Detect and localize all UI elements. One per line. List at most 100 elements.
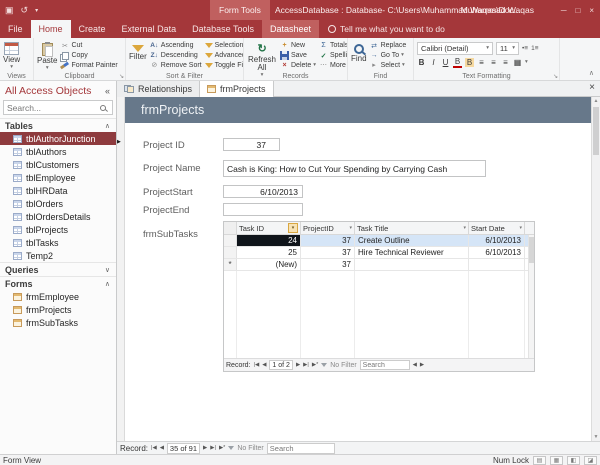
scroll-down-icon[interactable]: ▼ (592, 433, 600, 441)
cell-projectid[interactable]: 37 (301, 247, 355, 258)
paste-button[interactable]: Paste ▾ (37, 40, 57, 70)
tab-datasheet[interactable]: Datasheet (262, 20, 319, 38)
save-icon[interactable]: ▣ (5, 5, 14, 16)
last-record-button[interactable]: ▶| (210, 445, 216, 451)
cell-task-id[interactable]: 24 (237, 235, 301, 246)
sidebar-item-tblHRData[interactable]: tblHRData (0, 184, 116, 197)
cell-task-id[interactable]: 25 (237, 247, 301, 258)
previous-record-button[interactable]: ◀ (262, 362, 266, 368)
tab-database-tools[interactable]: Database Tools (184, 20, 262, 38)
sidebar-item-tblProjects[interactable]: tblProjects (0, 223, 116, 236)
totals-button[interactable]: ΣTotals (319, 41, 348, 51)
form-view-button[interactable]: ▤ (533, 456, 546, 465)
column-header-task-id[interactable]: Task ID▾ (237, 222, 301, 234)
numbering-icon[interactable]: 1≡ (531, 45, 538, 52)
new-row-selector[interactable]: * (224, 259, 237, 270)
subform-search-input[interactable] (360, 360, 410, 370)
sidebar-item-frmSubTasks[interactable]: frmSubTasks (0, 316, 116, 329)
save-record-button[interactable]: Save (280, 51, 316, 61)
expand-section-icon[interactable]: ∨ (105, 266, 110, 274)
row-selector[interactable] (224, 235, 237, 246)
spelling-button[interactable]: ✓Spelling (319, 51, 348, 61)
account-name[interactable]: Muhammad Waqas (461, 0, 534, 20)
project-name-field[interactable] (223, 160, 486, 177)
copy-button[interactable]: Copy (60, 51, 117, 61)
chevron-down-icon[interactable]: ▾ (463, 225, 466, 231)
hscroll-right-icon[interactable]: ▶ (420, 362, 424, 368)
tell-me-box[interactable]: Tell me what you want to do (319, 20, 454, 38)
scroll-up-icon[interactable]: ▲ (592, 97, 600, 105)
sidebar-item-tblCustomers[interactable]: tblCustomers (0, 158, 116, 171)
goto-button[interactable]: →Go To▾ (370, 51, 407, 61)
hscroll-left-icon[interactable]: ◀ (413, 362, 417, 368)
tab-file[interactable]: File (0, 20, 31, 38)
close-document-icon[interactable]: × (589, 82, 595, 93)
underline-button[interactable]: U (441, 58, 450, 67)
cell-task-id[interactable]: (New) (237, 259, 301, 270)
sidebar-item-tblOrders[interactable]: tblOrders (0, 197, 116, 210)
column-header-projectid[interactable]: ProjectID▾ (301, 222, 355, 234)
sidebar-item-tblOrdersDetails[interactable]: tblOrdersDetails (0, 210, 116, 223)
scrollbar-thumb[interactable] (593, 107, 599, 155)
nav-search-box[interactable] (3, 100, 113, 115)
ascending-button[interactable]: A↓Ascending (150, 41, 202, 51)
descending-button[interactable]: Z↓Descending (150, 51, 202, 61)
chevron-down-icon[interactable]: ▾ (349, 225, 352, 231)
format-painter-button[interactable]: Format Painter (60, 60, 117, 70)
collapse-ribbon-icon[interactable]: ∧ (589, 69, 594, 77)
font-size-select[interactable]: 11▾ (496, 42, 519, 55)
tab-external-data[interactable]: External Data (114, 20, 185, 38)
align-right-button[interactable]: ≡ (501, 58, 510, 67)
shutter-bar-icon[interactable]: « (105, 86, 110, 96)
remove-sort-button[interactable]: ⊘Remove Sort (150, 60, 202, 70)
doc-tab-frmprojects[interactable]: frmProjects (200, 81, 274, 97)
font-name-select[interactable]: Calibri (Detail)▾ (417, 42, 493, 55)
row-selector[interactable] (224, 247, 237, 258)
design-view-button[interactable]: ◪ (584, 456, 597, 465)
maximize-button[interactable]: □ (575, 6, 580, 15)
delete-button[interactable]: ×Delete▾ (280, 60, 316, 70)
sidebar-item-Temp2[interactable]: Temp2 (0, 249, 116, 262)
next-record-button[interactable]: ▶ (296, 362, 300, 368)
doc-tab-relationships[interactable]: Relationships (117, 81, 200, 97)
projectstart-field[interactable] (223, 185, 303, 198)
italic-button[interactable]: I (429, 58, 438, 67)
tab-home[interactable]: Home (31, 20, 71, 38)
datasheet-view-button[interactable]: ▦ (550, 456, 563, 465)
cell-task-title[interactable]: Hire Technical Reviewer (355, 247, 469, 258)
filter-button[interactable]: Filter (129, 40, 147, 70)
layout-view-button[interactable]: ◧ (567, 456, 580, 465)
previous-record-button[interactable]: ◀ (160, 445, 164, 451)
project-id-field[interactable] (223, 138, 280, 151)
form-search-input[interactable] (267, 443, 335, 454)
cell-start-date[interactable]: 6/10/2013 (469, 247, 525, 258)
nav-pane-header[interactable]: All Access Objects « (0, 81, 116, 100)
column-header-start-date[interactable]: Start Date▾ (469, 222, 525, 234)
sidebar-item-tblAuthorJunction[interactable]: tblAuthorJunction (0, 132, 116, 145)
projectend-field[interactable] (223, 203, 303, 216)
sidebar-item-tblEmployee[interactable]: tblEmployee (0, 171, 116, 184)
cell-start-date[interactable]: 6/10/2013 (469, 235, 525, 246)
section-tables[interactable]: Tables ∧ (0, 118, 116, 132)
first-record-button[interactable]: |◀ (151, 445, 157, 451)
text-formatting-dialog-launcher-icon[interactable]: ↘ (553, 73, 558, 80)
replace-button[interactable]: ⇄Replace (370, 41, 407, 51)
datasheet-select-all[interactable] (224, 222, 237, 234)
cell-task-title[interactable]: Create Outline (355, 235, 469, 246)
scrollbar-thumb[interactable] (529, 237, 534, 263)
column-header-task-title[interactable]: Task Title▾ (355, 222, 469, 234)
view-button[interactable]: View ▾ (3, 40, 20, 70)
clipboard-dialog-launcher-icon[interactable]: ↘ (119, 73, 124, 80)
gridlines-button[interactable]: ▦ (513, 58, 522, 67)
advanced-button[interactable]: Advanced▾ (205, 51, 244, 61)
new-record-ribbon-button[interactable]: +New (280, 41, 316, 51)
filter-status[interactable]: No Filter (237, 445, 263, 452)
record-selector-bar[interactable]: ▶ (117, 97, 125, 441)
more-button[interactable]: ⋯More▾ (319, 60, 348, 70)
section-forms[interactable]: Forms ∧ (0, 276, 116, 290)
qat-customize-icon[interactable]: ▾ (35, 7, 38, 14)
section-queries[interactable]: Queries ∨ (0, 262, 116, 276)
collapse-section-icon[interactable]: ∧ (105, 280, 110, 288)
align-left-button[interactable]: ≡ (477, 58, 486, 67)
cell-start-date[interactable] (469, 259, 525, 270)
